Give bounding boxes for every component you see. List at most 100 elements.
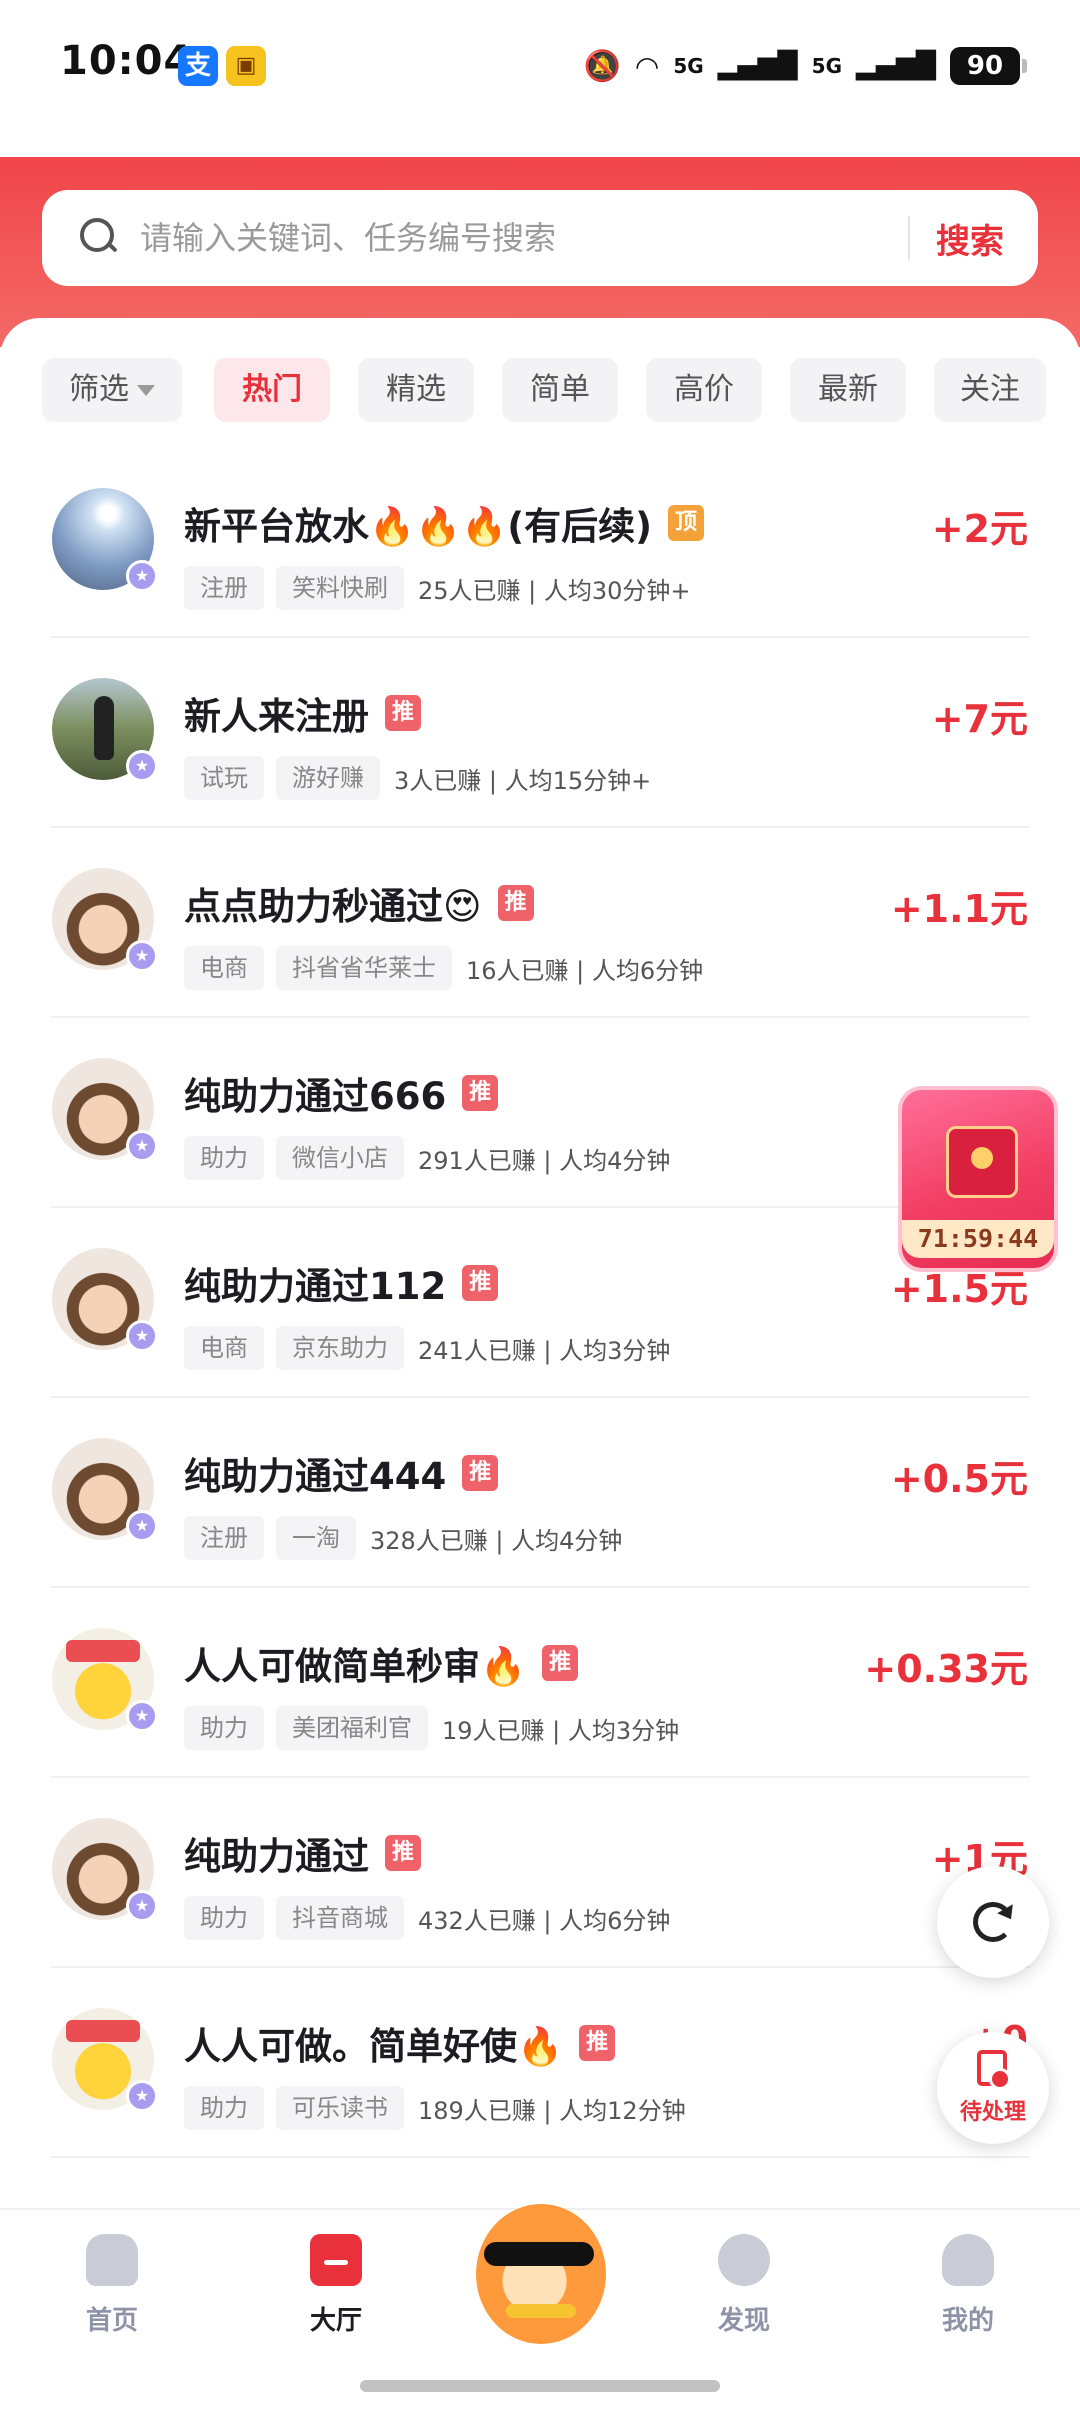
task-stats: 241人已赚 | 人均3分钟 — [418, 1336, 671, 1365]
recommend-badge: 推 — [385, 1835, 421, 1871]
tab-featured[interactable]: 精选 — [358, 358, 474, 422]
goldfish-mascot-button[interactable] — [456, 2184, 626, 2364]
tab-newest[interactable]: 最新 — [790, 358, 906, 422]
status-indicators: 🔕 ◠ 5G ▂▄▆█ 5G ▂▄▆█ 90 — [584, 44, 1027, 88]
task-title-row: 纯助力通过444 推 — [184, 1448, 499, 1498]
tab-hot[interactable]: 热门 — [214, 358, 330, 422]
task-title-row: 人人可做。简单好使🔥 推 — [184, 2018, 616, 2068]
home-indicator[interactable] — [360, 2380, 720, 2392]
recommend-badge: 推 — [462, 1455, 499, 1491]
task-title: 纯助力通过444 — [184, 1455, 447, 1498]
star-badge-icon: ★ — [126, 560, 158, 592]
task-tag-app: 游好赚 — [276, 756, 380, 800]
star-badge-icon: ★ — [126, 1130, 158, 1162]
tab-high-price[interactable]: 高价 — [646, 358, 762, 422]
search-icon — [80, 218, 120, 258]
nav-home[interactable]: 首页 — [42, 2234, 182, 2337]
filter-label: 筛选 — [69, 372, 129, 407]
search-bar[interactable]: 搜索 — [42, 190, 1038, 286]
task-tag-app: 京东助力 — [276, 1326, 404, 1370]
task-meta: 助力 抖音商城 432人已赚 | 人均6分钟 — [184, 1896, 670, 1940]
task-item[interactable]: ★ 新人来注册推 试玩 游好赚 3人已赚 | 人均15分钟+ +7元 — [0, 638, 1080, 828]
task-item[interactable]: ★ 人人可做。简单好使🔥推 助力可乐读书189人已赚 | 人均12分钟 +0 — [0, 1968, 1080, 2158]
task-stats: 432人已赚 | 人均6分钟 — [418, 1906, 671, 1935]
avatar: ★ — [52, 488, 158, 592]
signal-icon-1: ▂▄▆█ — [717, 51, 798, 81]
nav-hall[interactable]: 大厅 — [266, 2234, 406, 2337]
recommend-badge: 推 — [542, 1645, 579, 1681]
filter-tabs: 筛选 热门 精选 简单 高价 最新 关注 — [42, 358, 1046, 422]
task-title-row: 点点助力秒通过😍 推 — [184, 878, 534, 928]
task-title-row: 纯助力通过112 推 — [184, 1258, 499, 1308]
battery-icon: 90 — [950, 47, 1027, 85]
avatar: ★ — [52, 1438, 158, 1542]
app-notification-icon: ▣ — [226, 46, 266, 86]
divider — [50, 2156, 1030, 2158]
task-title-row: 纯助力通过666 推 — [184, 1068, 499, 1118]
status-time: 10:04 — [60, 38, 193, 84]
task-title: 纯助力通过666 — [184, 1075, 447, 1118]
recommend-badge: 推 — [462, 1075, 499, 1111]
filter-button[interactable]: 筛选 — [42, 358, 182, 422]
task-stats: 25人已赚 | 人均30分钟+ — [418, 576, 691, 605]
tab-simple[interactable]: 简单 — [502, 358, 618, 422]
task-tag-app: 可乐读书 — [276, 2086, 404, 2130]
task-tag-app: 抖音商城 — [276, 1896, 404, 1940]
task-reward: +7元 — [931, 697, 1028, 741]
task-reward: +2元 — [931, 507, 1028, 551]
task-tag-category: 试玩 — [184, 756, 264, 800]
avatar: ★ — [52, 1248, 158, 1352]
task-tag-category: 助力 — [184, 1706, 264, 1750]
star-badge-icon: ★ — [126, 1890, 158, 1922]
task-title-row: 新人来注册推 — [184, 688, 421, 738]
hall-icon — [310, 2234, 362, 2286]
task-tag-app: 一淘 — [276, 1516, 356, 1560]
red-packet-floating-button[interactable]: 71:59:44 — [898, 1086, 1058, 1272]
task-item[interactable]: ★ 点点助力秒通过😍 推 电商 抖省省华莱士 16人已赚 | 人均6分钟 +1.1元 — [0, 828, 1080, 1018]
task-item[interactable]: ★ 新平台放水🔥🔥🔥(有后续) 顶 注册 笑料快刷 25人已赚 | 人均30分钟+ +… — [0, 448, 1080, 638]
avatar: ★ — [52, 1818, 158, 1922]
nav-discover[interactable]: 发现 — [674, 2226, 814, 2337]
red-envelope-icon — [946, 1126, 1018, 1198]
task-stats: 189人已赚 | 人均12分钟 — [418, 2096, 686, 2125]
task-meta: 助力 可乐读书 189人已赚 | 人均12分钟 — [184, 2086, 686, 2130]
task-title: 新人来注册 — [184, 695, 369, 738]
refresh-icon — [973, 1902, 1013, 1942]
search-button[interactable]: 搜索 — [910, 214, 1038, 263]
avatar: ★ — [52, 678, 158, 782]
star-badge-icon: ★ — [126, 1700, 158, 1732]
sunglasses-icon — [484, 2242, 594, 2266]
task-item[interactable]: ★ 人人可做简单秒审🔥 推 助力 美团福利官 19人已赚 | 人均3分钟 +0.33元 — [0, 1588, 1080, 1778]
pinned-badge: 顶 — [668, 505, 705, 541]
task-item[interactable]: ★ 纯助力通过推 助力 抖音商城 432人已赚 | 人均6分钟 +1元 — [0, 1778, 1080, 1968]
nav-label: 发现 — [717, 2306, 770, 2336]
nav-profile[interactable]: 我的 — [898, 2234, 1038, 2337]
star-badge-icon: ★ — [126, 940, 158, 972]
clipboard-clock-icon — [977, 2050, 1011, 2090]
avatar: ★ — [52, 1058, 158, 1162]
mascot-body — [476, 2204, 606, 2344]
nav-label: 我的 — [941, 2306, 994, 2336]
avatar: ★ — [52, 868, 158, 972]
tab-following[interactable]: 关注 — [934, 358, 1046, 422]
task-title: 新平台放水🔥🔥🔥(有后续) — [184, 505, 653, 548]
star-badge-icon: ★ — [126, 2080, 158, 2112]
task-meta: 电商 抖省省华莱士 16人已赚 | 人均6分钟 — [184, 946, 703, 990]
task-meta: 助力 美团福利官 19人已赚 | 人均3分钟 — [184, 1706, 679, 1750]
task-list: ★ 新平台放水🔥🔥🔥(有后续) 顶 注册 笑料快刷 25人已赚 | 人均30分钟+ +… — [0, 448, 1080, 2158]
refresh-button[interactable] — [937, 1866, 1049, 1978]
pending-tasks-button[interactable]: 待处理 — [937, 2032, 1049, 2144]
task-title: 纯助力通过 — [184, 1835, 369, 1878]
task-tag-app: 笑料快刷 — [276, 566, 404, 610]
task-tag-app: 抖省省华莱士 — [276, 946, 452, 990]
nav-label: 大厅 — [309, 2306, 362, 2336]
task-stats: 328人已赚 | 人均4分钟 — [370, 1526, 623, 1555]
gold-chain-icon — [506, 2304, 576, 2318]
avatar: ★ — [52, 1628, 158, 1732]
task-item[interactable]: ★ 纯助力通过444 推 注册 一淘 328人已赚 | 人均4分钟 +0.5元 — [0, 1398, 1080, 1588]
task-tag-app: 微信小店 — [276, 1136, 404, 1180]
search-input[interactable] — [140, 219, 908, 257]
task-title: 人人可做简单秒审🔥 — [184, 1645, 527, 1688]
star-badge-icon: ★ — [126, 1510, 158, 1542]
task-title: 点点助力秒通过😍 — [184, 885, 482, 928]
